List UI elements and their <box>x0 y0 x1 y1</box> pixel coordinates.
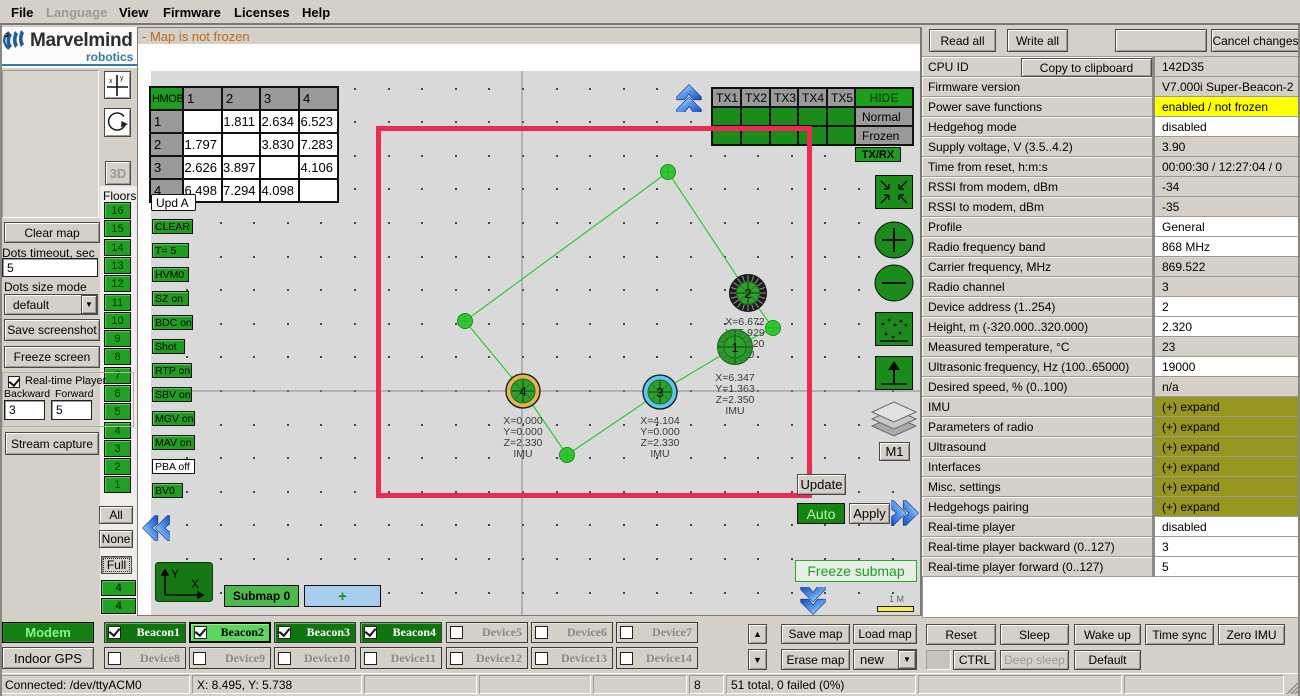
svg-text:y: y <box>120 75 124 82</box>
svg-text:x: x <box>109 78 113 85</box>
svg-text:X: X <box>191 577 199 591</box>
svg-text:Y: Y <box>171 567 179 581</box>
